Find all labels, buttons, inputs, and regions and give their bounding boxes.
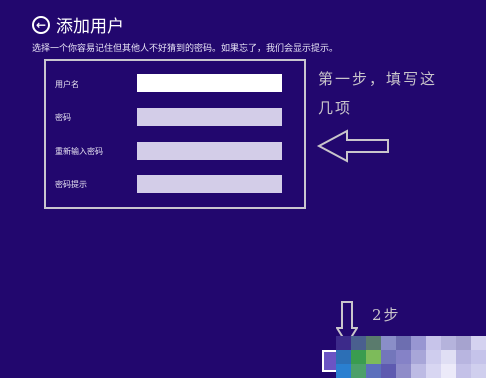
- password-label: 密码: [55, 113, 71, 122]
- password-input[interactable]: [137, 108, 282, 126]
- username-input[interactable]: [137, 74, 282, 92]
- step1-annotation-line2: 几项: [318, 99, 353, 117]
- reenter-password-input[interactable]: [137, 142, 282, 160]
- back-button[interactable]: ←: [32, 16, 50, 34]
- reenter-password-label: 重新输入密码: [55, 147, 103, 156]
- username-label: 用户名: [55, 80, 79, 89]
- pixelated-blur-overlay: [336, 336, 486, 378]
- arrow-left-annotation-icon: [316, 129, 389, 163]
- password-hint-input[interactable]: [137, 175, 282, 193]
- page-title: 添加用户: [56, 17, 124, 37]
- step2-annotation: 2步: [372, 306, 401, 324]
- password-hint-label: 密码提示: [55, 180, 87, 189]
- page-subtitle: 选择一个你容易记住但其他人不好猜到的密码。如果忘了，我们会显示提示。: [32, 44, 339, 54]
- step1-annotation-line1: 第一步，填写这: [318, 70, 438, 88]
- arrow-left-icon: ←: [35, 18, 47, 32]
